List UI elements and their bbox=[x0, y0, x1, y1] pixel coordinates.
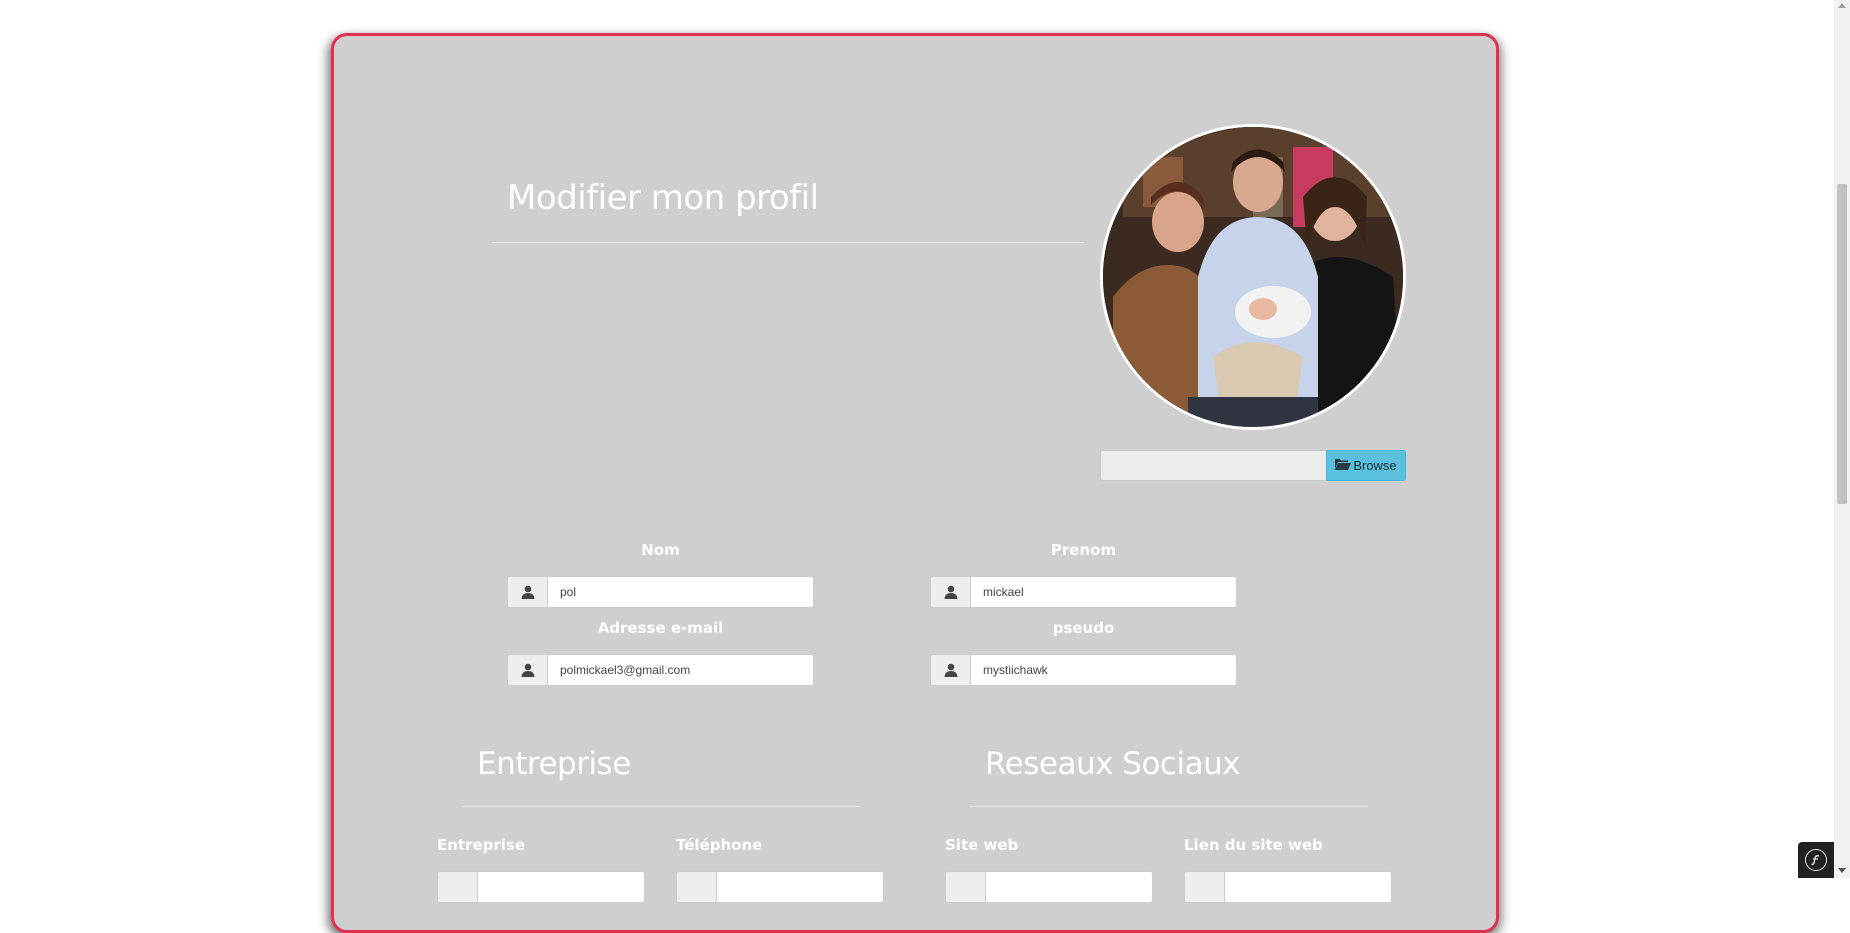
entreprise-heading: Entreprise bbox=[477, 746, 631, 782]
lien-site-web-input-group bbox=[1184, 871, 1392, 903]
reseaux-heading: Reseaux Sociaux bbox=[985, 746, 1241, 782]
user-icon bbox=[930, 576, 970, 608]
file-path-input[interactable] bbox=[1100, 450, 1327, 481]
email-label: Adresse e-mail bbox=[597, 619, 724, 637]
pseudo-input[interactable]: mystiichawk bbox=[970, 654, 1237, 686]
browse-label: Browse bbox=[1353, 458, 1397, 473]
prenom-label: Prenom bbox=[1050, 541, 1117, 559]
lien-site-web-label: Lien du site web bbox=[1184, 836, 1323, 854]
page-title: Modifier mon profil bbox=[507, 178, 819, 218]
family-photo-image bbox=[1103, 127, 1403, 427]
entreprise-divider bbox=[462, 806, 860, 807]
entreprise-input[interactable] bbox=[477, 871, 645, 903]
nom-input[interactable]: pol bbox=[547, 576, 814, 608]
symfony-toolbar-toggle[interactable] bbox=[1798, 842, 1834, 878]
entreprise-input-group bbox=[437, 871, 645, 903]
title-divider bbox=[492, 242, 1084, 243]
entreprise-label: Entreprise bbox=[437, 836, 526, 854]
site-web-label: Site web bbox=[945, 836, 1019, 854]
symfony-icon bbox=[1805, 849, 1827, 871]
user-icon bbox=[507, 654, 547, 686]
user-icon bbox=[437, 871, 477, 903]
reseaux-divider bbox=[970, 806, 1368, 807]
user-icon bbox=[507, 576, 547, 608]
telephone-label: Téléphone bbox=[676, 836, 763, 854]
scrollbar-thumb[interactable] bbox=[1837, 184, 1847, 504]
site-web-input-group bbox=[945, 871, 1153, 903]
telephone-input[interactable] bbox=[716, 871, 884, 903]
link-icon bbox=[1184, 871, 1224, 903]
globe-icon bbox=[945, 871, 985, 903]
nom-label: Nom bbox=[641, 541, 680, 559]
page-scrollbar[interactable] bbox=[1834, 0, 1850, 878]
profile-photo bbox=[1100, 124, 1406, 430]
user-icon bbox=[930, 654, 970, 686]
phone-icon bbox=[676, 871, 716, 903]
email-input-group: polmickael3@gmail.com bbox=[507, 654, 814, 686]
browse-button[interactable]: Browse bbox=[1326, 450, 1406, 481]
lien-site-web-input[interactable] bbox=[1224, 871, 1392, 903]
email-input[interactable]: polmickael3@gmail.com bbox=[547, 654, 814, 686]
site-web-input[interactable] bbox=[985, 871, 1153, 903]
telephone-input-group bbox=[676, 871, 884, 903]
nom-input-group: pol bbox=[507, 576, 814, 608]
pseudo-input-group: mystiichawk bbox=[930, 654, 1237, 686]
folder-open-icon bbox=[1335, 458, 1352, 473]
prenom-input[interactable]: mickael bbox=[970, 576, 1237, 608]
prenom-input-group: mickael bbox=[930, 576, 1237, 608]
pseudo-label: pseudo bbox=[1052, 619, 1115, 637]
scroll-up-arrow-icon[interactable] bbox=[1838, 3, 1846, 8]
scroll-down-arrow-icon[interactable] bbox=[1838, 868, 1846, 873]
